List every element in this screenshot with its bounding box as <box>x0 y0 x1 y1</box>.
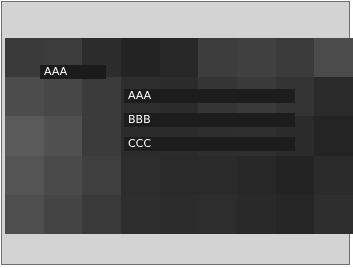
background-tile <box>82 116 121 156</box>
background-tile <box>159 194 199 234</box>
background-tile <box>198 155 237 195</box>
background-tile <box>121 38 160 78</box>
background-tile <box>198 194 237 234</box>
background-tile <box>5 116 44 156</box>
background-tile <box>43 194 83 234</box>
background-tile <box>5 77 44 117</box>
background-tile <box>159 155 199 195</box>
background-tile <box>43 116 83 156</box>
background-tile <box>275 38 315 78</box>
background-tile <box>314 77 353 117</box>
background-tile <box>198 38 237 78</box>
background-tile <box>5 194 44 234</box>
background-tile <box>237 38 276 78</box>
background-tile <box>314 116 353 156</box>
background-tile <box>5 155 44 195</box>
background-tile <box>237 155 276 195</box>
background-tile <box>275 194 315 234</box>
dropdown-selected-value[interactable]: AAA <box>40 65 106 79</box>
background-tile <box>82 77 121 117</box>
dropdown-option-ccc[interactable]: CCC <box>124 137 295 151</box>
background-tile <box>82 155 121 195</box>
dropdown-option-aaa[interactable]: AAA <box>124 89 295 103</box>
background-tile <box>121 155 160 195</box>
background-tile <box>121 194 160 234</box>
background-tile <box>314 194 353 234</box>
background-tile <box>237 194 276 234</box>
background-tile <box>275 155 315 195</box>
background-tile <box>314 155 353 195</box>
background-tile <box>314 38 353 78</box>
background-tile <box>82 194 121 234</box>
background-tile <box>159 38 199 78</box>
background-tile <box>43 155 83 195</box>
background-tile <box>43 77 83 117</box>
background-tile <box>5 38 44 78</box>
dropdown-option-bbb[interactable]: BBB <box>124 113 295 127</box>
